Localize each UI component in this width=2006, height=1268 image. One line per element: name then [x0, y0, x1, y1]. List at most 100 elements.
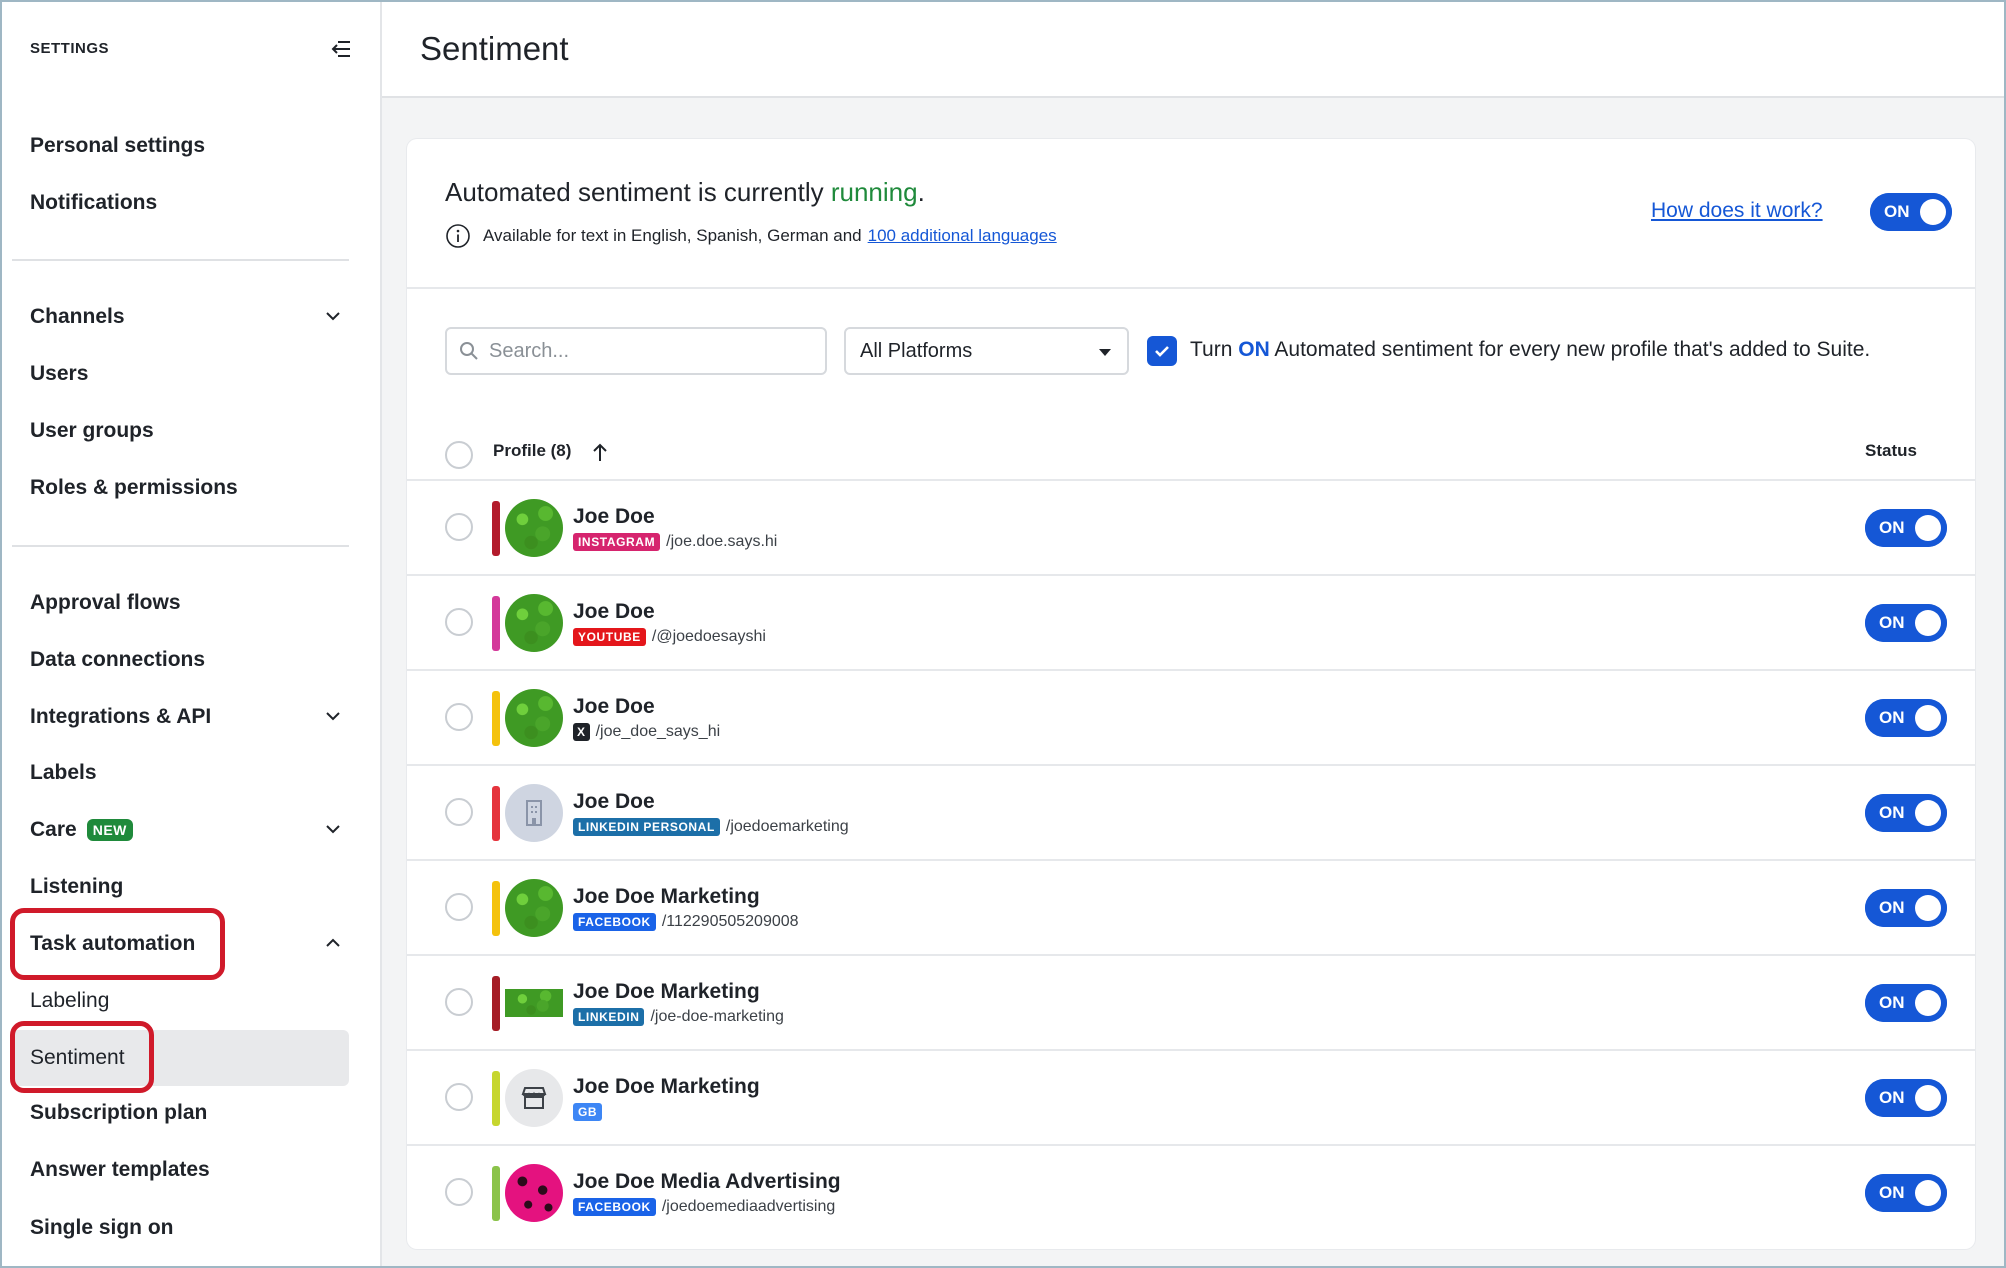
table-row[interactable]: Joe Doe Marketing FACEBOOK/11229050520900… — [407, 859, 1975, 954]
collapse-sidebar-icon[interactable] — [328, 36, 354, 62]
platform-badge: LINKEDIN PERSONAL — [573, 818, 720, 836]
sidebar-item-labeling[interactable]: Labeling — [30, 981, 350, 1021]
sidebar-item-label: Answer templates — [30, 1158, 210, 1181]
sidebar-item-single-sign-on[interactable]: Single sign on — [30, 1208, 350, 1248]
toggle-knob — [1915, 800, 1941, 826]
row-checkbox[interactable] — [445, 988, 473, 1016]
row-checkbox[interactable] — [445, 798, 473, 826]
sidebar-item-roles-permissions[interactable]: Roles & permissions — [30, 468, 350, 508]
profile-handle: /@joedoesayshi — [651, 628, 766, 645]
row-checkbox[interactable] — [445, 703, 473, 731]
avatar — [505, 1164, 563, 1222]
sidebar-item-listening[interactable]: Listening — [30, 867, 350, 907]
profile-sentiment-toggle[interactable]: ON — [1865, 699, 1947, 737]
profile-sentiment-toggle[interactable]: ON — [1865, 984, 1947, 1022]
row-checkbox[interactable] — [445, 1178, 473, 1206]
availability-note: Available for text in English, Spanish, … — [445, 223, 1057, 249]
table-row[interactable]: Joe Doe Media Advertising FACEBOOK/joedoe… — [407, 1144, 1975, 1239]
x-platform-icon: X — [573, 723, 590, 741]
sidebar-item-label: Roles & permissions — [30, 476, 238, 499]
sidebar-item-subscription-plan[interactable]: Subscription plan — [30, 1093, 350, 1133]
auto-enable-checkbox[interactable] — [1147, 336, 1177, 366]
sentiment-card: Automated sentiment is currently running… — [407, 139, 1975, 1249]
how-does-it-work-link[interactable]: How does it work? — [1651, 199, 1823, 223]
auto-text-after: Automated sentiment for every new profil… — [1269, 338, 1871, 361]
sidebar-item-label: Channels — [30, 305, 125, 328]
profile-meta: GB — [573, 1103, 608, 1121]
chevron-down-icon — [326, 825, 340, 834]
avatar — [505, 989, 563, 1017]
sidebar-item-user-groups[interactable]: User groups — [30, 411, 350, 451]
row-checkbox[interactable] — [445, 608, 473, 636]
search-box[interactable] — [445, 327, 827, 375]
sidebar-item-label: Labels — [30, 761, 97, 784]
profile-sentiment-toggle[interactable]: ON — [1865, 794, 1947, 832]
profile-color-bar — [492, 501, 500, 556]
divider — [407, 287, 1975, 289]
sidebar-item-care[interactable]: Care NEW — [30, 810, 350, 850]
sidebar-item-notifications[interactable]: Notifications — [30, 183, 350, 223]
profile-color-bar — [492, 596, 500, 651]
toggle-knob — [1915, 515, 1941, 541]
sidebar-item-channels[interactable]: Channels — [30, 297, 350, 337]
profile-name: Joe Doe Marketing — [573, 885, 760, 908]
avatar — [505, 784, 563, 842]
profile-meta: INSTAGRAM/joe.doe.says.hi — [573, 533, 777, 551]
avatar — [505, 499, 563, 557]
chevron-up-icon — [326, 938, 340, 947]
status-column-header: Status — [1865, 441, 1917, 460]
sidebar-item-personal-settings[interactable]: Personal settings — [30, 126, 350, 166]
sidebar-item-data-connections[interactable]: Data connections — [30, 640, 350, 680]
sidebar-heading: SETTINGS — [30, 40, 110, 57]
table-row[interactable]: Joe Doe INSTAGRAM/joe.doe.says.hi ON — [407, 479, 1975, 574]
sidebar-item-integrations-api[interactable]: Integrations & API — [30, 697, 350, 737]
select-all-checkbox[interactable] — [445, 441, 473, 469]
profile-color-bar — [492, 786, 500, 841]
profile-meta: FACEBOOK/112290505209008 — [573, 913, 799, 931]
profile-color-bar — [492, 691, 500, 746]
sidebar-item-label: Labeling — [30, 989, 110, 1012]
toggle-knob — [1920, 199, 1946, 225]
additional-languages-link[interactable]: 100 additional languages — [868, 226, 1057, 246]
profile-color-bar — [492, 1071, 500, 1126]
row-checkbox[interactable] — [445, 513, 473, 541]
avatar — [505, 879, 563, 937]
status-suffix: . — [917, 177, 925, 207]
info-icon — [446, 224, 470, 248]
search-input[interactable] — [489, 339, 809, 363]
avatar — [505, 1069, 563, 1127]
status-state: running — [830, 177, 918, 207]
profile-meta: X/joe_doe_says_hi — [573, 723, 720, 741]
profile-sentiment-toggle[interactable]: ON — [1865, 1079, 1947, 1117]
profile-name: Joe Doe Marketing — [573, 980, 760, 1003]
profile-sentiment-toggle[interactable]: ON — [1865, 889, 1947, 927]
profile-column-header[interactable]: Profile (8) — [493, 441, 571, 461]
profile-sentiment-toggle[interactable]: ON — [1865, 604, 1947, 642]
avatar — [505, 689, 563, 747]
table-row[interactable]: Joe Doe Marketing LINKEDIN/joe-doe-market… — [407, 954, 1975, 1049]
profile-name: Joe Doe — [573, 790, 655, 813]
store-icon — [521, 1087, 547, 1109]
profile-sentiment-toggle[interactable]: ON — [1865, 509, 1947, 547]
profile-sentiment-toggle[interactable]: ON — [1865, 1174, 1947, 1212]
platform-select[interactable]: All Platforms — [844, 327, 1129, 375]
sidebar-item-approval-flows[interactable]: Approval flows — [30, 583, 350, 623]
highlight-annotation — [10, 1021, 154, 1093]
sidebar-item-users[interactable]: Users — [30, 354, 350, 394]
automated-sentiment-toggle[interactable]: ON — [1870, 193, 1952, 231]
availability-text: Available for text in English, Spanish, … — [483, 226, 862, 245]
sort-ascending-icon[interactable] — [591, 441, 609, 463]
sidebar-item-labels[interactable]: Labels — [30, 753, 350, 793]
new-badge: NEW — [86, 819, 133, 841]
sidebar-item-label: User groups — [30, 419, 154, 442]
profile-handle: /joe-doe-marketing — [650, 1008, 784, 1025]
row-checkbox[interactable] — [445, 1083, 473, 1111]
chevron-down-icon — [326, 312, 340, 321]
row-checkbox[interactable] — [445, 893, 473, 921]
table-row[interactable]: Joe Doe Marketing GB ON — [407, 1049, 1975, 1144]
status-message: Automated sentiment is currently running… — [445, 177, 925, 208]
table-row[interactable]: Joe Doe LINKEDIN PERSONAL/joedoemarketing… — [407, 764, 1975, 859]
table-row[interactable]: Joe Doe X/joe_doe_says_hi ON — [407, 669, 1975, 764]
sidebar-item-answer-templates[interactable]: Answer templates — [30, 1150, 350, 1190]
table-row[interactable]: Joe Doe YOUTUBE /@joedoesayshi ON — [407, 574, 1975, 669]
